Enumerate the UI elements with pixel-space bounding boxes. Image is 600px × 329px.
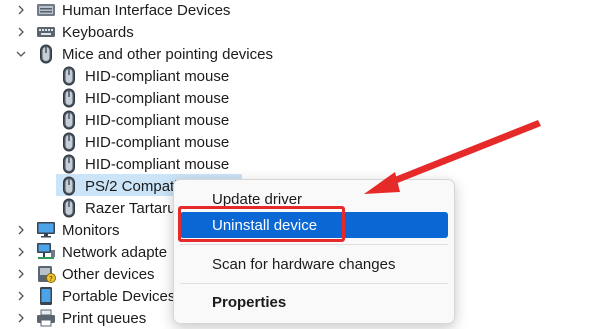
annotation-arrow (364, 120, 541, 194)
